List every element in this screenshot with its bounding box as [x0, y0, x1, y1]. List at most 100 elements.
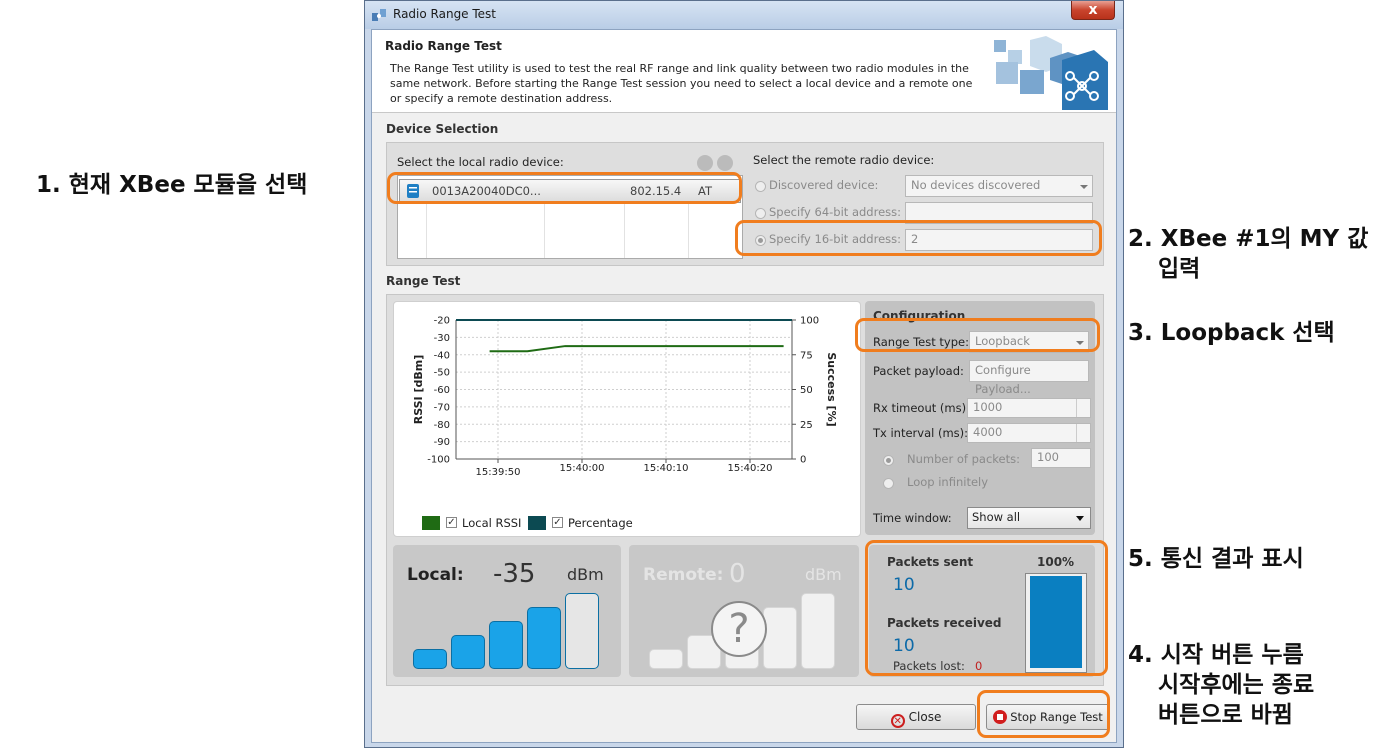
y2-tick-label: 0	[800, 455, 806, 466]
annotation-5: 5. 통신 결과 표시	[1128, 546, 1304, 572]
annotation-4-line2: 시작후에는 종료	[1158, 672, 1315, 698]
legend-checkbox-rssi[interactable]: ✓	[446, 517, 457, 528]
rx-timeout-input[interactable]: 1000	[967, 398, 1091, 418]
remote-signal-bar-1	[649, 649, 683, 669]
time-window-label: Time window:	[873, 511, 952, 525]
y2-tick-label: 100	[800, 316, 819, 327]
discover-icon[interactable]	[697, 155, 713, 171]
local-signal-panel: Local: -35 dBm	[393, 545, 621, 677]
window-close-button[interactable]: x	[1071, 1, 1115, 20]
y-tick-label: -70	[434, 402, 450, 413]
chart-card: -20 -30 -40 -50 -60 -70 -80 -90 -100 100 75 50 25 0 15…	[393, 301, 861, 537]
time-window-combo[interactable]: Show all	[967, 507, 1091, 529]
range-test-logo-icon	[994, 36, 1108, 110]
discovered-device-combo[interactable]: No devices discovered	[905, 175, 1093, 197]
time-window-value: Show all	[972, 510, 1021, 524]
highlight-local-device	[387, 172, 742, 204]
unknown-remote-icon: ?	[711, 601, 767, 657]
y2-tick-label: 25	[800, 420, 813, 431]
highlight-test-type	[855, 318, 1100, 352]
local-rssi-unit: dBm	[567, 565, 604, 584]
local-signal-bar-3	[489, 621, 523, 669]
annotation-4-line1: 4. 시작 버튼 누름	[1128, 642, 1304, 668]
y-axis-label: RSSI [dBm]	[412, 355, 425, 425]
x-tick-label: 15:40:00	[560, 463, 605, 474]
title-bar[interactable]: Radio Range Test x	[365, 1, 1123, 29]
y2-tick-label: 75	[800, 350, 813, 361]
discovered-device-value: No devices discovered	[911, 178, 1041, 192]
payload-label: Packet payload:	[873, 364, 964, 378]
device-selection-label: Device Selection	[386, 122, 499, 136]
configure-payload-button[interactable]: Configure Payload...	[969, 360, 1089, 396]
chevron-down-icon	[1080, 185, 1088, 189]
tx-interval-input[interactable]: 4000	[967, 423, 1091, 443]
annotation-2: 2. XBee #1의 MY 값 입력	[1128, 224, 1368, 284]
range-test-label: Range Test	[386, 274, 461, 288]
legend-checkbox-percentage[interactable]: ✓	[552, 517, 563, 528]
tx-interval-label: Tx interval (ms):	[873, 426, 969, 440]
specify64-label: Specify 64-bit address:	[769, 205, 901, 219]
rx-timeout-label: Rx timeout (ms):	[873, 401, 970, 415]
remote-rssi-value: 0	[729, 559, 746, 589]
rssi-chart: -20 -30 -40 -50 -60 -70 -80 -90 -100 100 75 50 25 0 15…	[412, 316, 838, 479]
remote-signal-bar-5	[801, 593, 835, 669]
loop-infinitely-label: Loop infinitely	[907, 475, 989, 489]
y-tick-label: -60	[434, 385, 450, 396]
close-button-label: Close	[908, 710, 942, 724]
specify64-radio[interactable]	[755, 208, 766, 219]
y-tick-label: -30	[434, 333, 450, 344]
y-tick-label: -100	[427, 455, 450, 466]
remote-signal-panel: Remote: 0 dBm ?	[629, 545, 859, 677]
number-of-packets-input[interactable]: 100	[1031, 448, 1091, 468]
local-label: Local:	[407, 565, 464, 585]
x-tick-label: 15:39:50	[476, 467, 521, 478]
annotation-4-line3: 버튼으로 바뀜	[1158, 702, 1293, 728]
window-title: Radio Range Test	[393, 7, 497, 21]
x-tick-label: 15:40:10	[644, 463, 689, 474]
highlight-16bit-address	[735, 220, 1102, 256]
legend-label-rssi: Local RSSI	[462, 516, 522, 530]
close-circle-icon: ✕	[890, 714, 905, 728]
remote-signal-bar-4	[763, 607, 797, 669]
annotation-2-line2: 입력	[1158, 256, 1201, 282]
y-tick-label: -50	[434, 368, 450, 379]
y-tick-label: -90	[434, 437, 450, 448]
close-button[interactable]: ✕ Close	[856, 704, 976, 730]
highlight-stop-button	[977, 690, 1110, 738]
refresh-icon[interactable]	[717, 155, 733, 171]
x-tick-label: 15:40:20	[728, 463, 773, 474]
local-signal-bar-4	[527, 607, 561, 669]
highlight-results	[865, 540, 1108, 676]
discovered-device-radio[interactable]	[755, 181, 766, 192]
app-icon	[372, 9, 386, 21]
loop-infinitely-radio[interactable]	[883, 478, 894, 489]
legend-label-percentage: Percentage	[568, 516, 633, 530]
annotation-4: 4. 시작 버튼 누름 시작후에는 종료 버튼으로 바뀜	[1128, 640, 1314, 730]
tx-interval-spinner[interactable]	[1076, 424, 1090, 442]
y-tick-label: -80	[434, 420, 450, 431]
y2-tick-label: 50	[800, 385, 813, 396]
local-device-label: Select the local radio device:	[397, 155, 564, 169]
local-rssi-value: -35	[493, 559, 536, 589]
local-signal-bar-5	[565, 593, 599, 669]
remote-rssi-unit: dBm	[805, 565, 842, 584]
remote-device-label: Select the remote radio device:	[753, 153, 935, 167]
legend-swatch-rssi	[422, 516, 440, 530]
series-local-rssi	[489, 345, 784, 353]
number-of-packets-label: Number of packets:	[907, 452, 1020, 466]
tx-interval-value: 4000	[973, 425, 1003, 439]
y-tick-label: -20	[434, 316, 450, 327]
discovered-device-label: Discovered device:	[769, 178, 879, 192]
y-tick-label: -40	[434, 350, 450, 361]
legend-swatch-percentage	[528, 516, 546, 530]
annotation-1: 1. 현재 XBee 모듈을 선택	[36, 172, 308, 198]
dialog-header: Radio Range Test The Range Test utility …	[372, 30, 1116, 113]
header-title: Radio Range Test	[385, 39, 502, 53]
rx-timeout-spinner[interactable]	[1076, 399, 1090, 417]
annotation-3: 3. Loopback 선택	[1128, 320, 1335, 346]
remote-label: Remote:	[643, 565, 724, 585]
number-of-packets-radio[interactable]	[883, 455, 894, 466]
local-signal-bar-2	[451, 635, 485, 669]
y2-axis-label: Success [%]	[825, 352, 838, 426]
chevron-down-icon	[1076, 516, 1084, 521]
